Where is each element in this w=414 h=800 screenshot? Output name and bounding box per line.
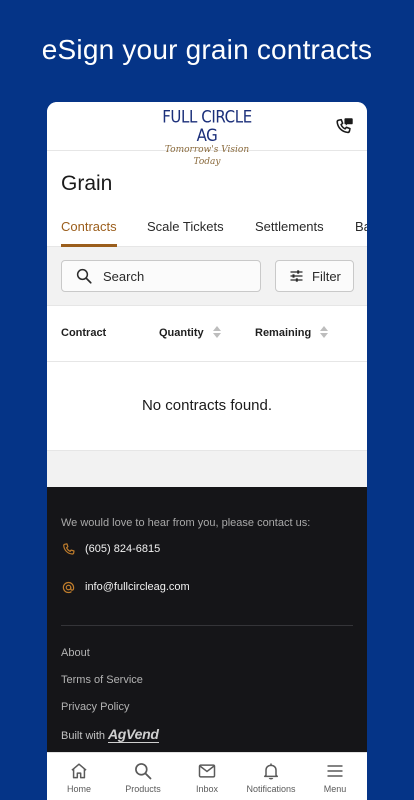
agvend-logo[interactable]: AgVend bbox=[108, 727, 159, 743]
search-icon bbox=[135, 763, 152, 780]
nav-menu[interactable]: Menu bbox=[303, 753, 367, 800]
contact-intro: We would love to hear from you, please c… bbox=[61, 517, 311, 529]
search-icon bbox=[76, 268, 92, 284]
column-remaining[interactable]: Remaining bbox=[255, 326, 329, 339]
link-privacy-policy[interactable]: Privacy Policy bbox=[61, 701, 129, 713]
menu-icon bbox=[327, 765, 343, 777]
bell-icon bbox=[264, 763, 278, 780]
tab-settlements[interactable]: Settlements bbox=[255, 219, 324, 234]
nav-home[interactable]: Home bbox=[47, 753, 111, 800]
tab-balances[interactable]: Ba bbox=[355, 219, 367, 234]
footer-divider bbox=[61, 625, 353, 626]
empty-state: No contracts found. bbox=[47, 362, 367, 451]
nav-menu-label: Menu bbox=[323, 784, 347, 794]
tab-contracts[interactable]: Contracts bbox=[61, 219, 117, 234]
nav-home-label: Home bbox=[66, 784, 91, 794]
search-input[interactable]: Search bbox=[61, 260, 261, 292]
logo-title: FULL CIRCLE AG bbox=[162, 106, 252, 146]
tab-scale-tickets[interactable]: Scale Tickets bbox=[147, 219, 224, 234]
nav-notifications[interactable]: Notifications bbox=[239, 753, 303, 800]
nav-inbox[interactable]: Inbox bbox=[175, 753, 239, 800]
column-remaining-label: Remaining bbox=[255, 327, 312, 339]
search-label: Search bbox=[103, 269, 145, 284]
table-header: Contract Quantity Remaining bbox=[47, 306, 367, 362]
contact-email-text: info@fullcircleag.com bbox=[85, 581, 190, 593]
column-quantity[interactable]: Quantity bbox=[159, 326, 221, 339]
top-bar: FULL CIRCLE AG Tomorrow's Vision Today bbox=[47, 102, 367, 167]
empty-message: No contracts found. bbox=[141, 397, 273, 414]
tab-bar: Contracts Scale Tickets Settlements Ba bbox=[47, 208, 367, 247]
link-about[interactable]: About bbox=[61, 647, 90, 659]
sort-icon bbox=[212, 326, 221, 339]
built-with-label: Built with bbox=[61, 730, 106, 742]
logo[interactable]: FULL CIRCLE AG Tomorrow's Vision Today bbox=[155, 106, 259, 168]
mail-icon bbox=[198, 764, 216, 778]
page-title: Grain bbox=[61, 172, 113, 195]
bottom-nav: Home Products Inbox Notifications Menu bbox=[47, 752, 367, 800]
nav-inbox-label: Inbox bbox=[195, 784, 219, 794]
promo-title: eSign your grain contracts bbox=[41, 34, 373, 65]
logo-tagline: Tomorrow's Vision Today bbox=[164, 145, 250, 167]
spacer bbox=[47, 451, 367, 487]
nav-notifications-label: Notifications bbox=[246, 784, 296, 794]
app-screen: FULL CIRCLE AG Tomorrow's Vision Today G… bbox=[47, 102, 367, 800]
nav-products-label: Products bbox=[125, 784, 161, 794]
link-terms-of-service[interactable]: Terms of Service bbox=[61, 674, 143, 686]
sort-icon bbox=[320, 326, 329, 339]
home-icon bbox=[71, 763, 87, 779]
filter-button[interactable]: Filter bbox=[275, 260, 354, 292]
column-contract-label: Contract bbox=[61, 327, 107, 339]
at-icon bbox=[62, 581, 75, 594]
phone-message-icon[interactable] bbox=[333, 116, 355, 138]
contact-phone-text: (605) 824-6815 bbox=[85, 543, 161, 555]
sliders-icon bbox=[290, 270, 303, 282]
column-quantity-label: Quantity bbox=[159, 327, 204, 339]
phone-icon bbox=[63, 543, 75, 555]
search-toolbar: Search Filter bbox=[47, 247, 367, 306]
nav-products[interactable]: Products bbox=[111, 753, 175, 800]
footer: We would love to hear from you, please c… bbox=[47, 487, 367, 757]
column-contract[interactable]: Contract bbox=[61, 327, 106, 339]
filter-label: Filter bbox=[312, 269, 341, 284]
